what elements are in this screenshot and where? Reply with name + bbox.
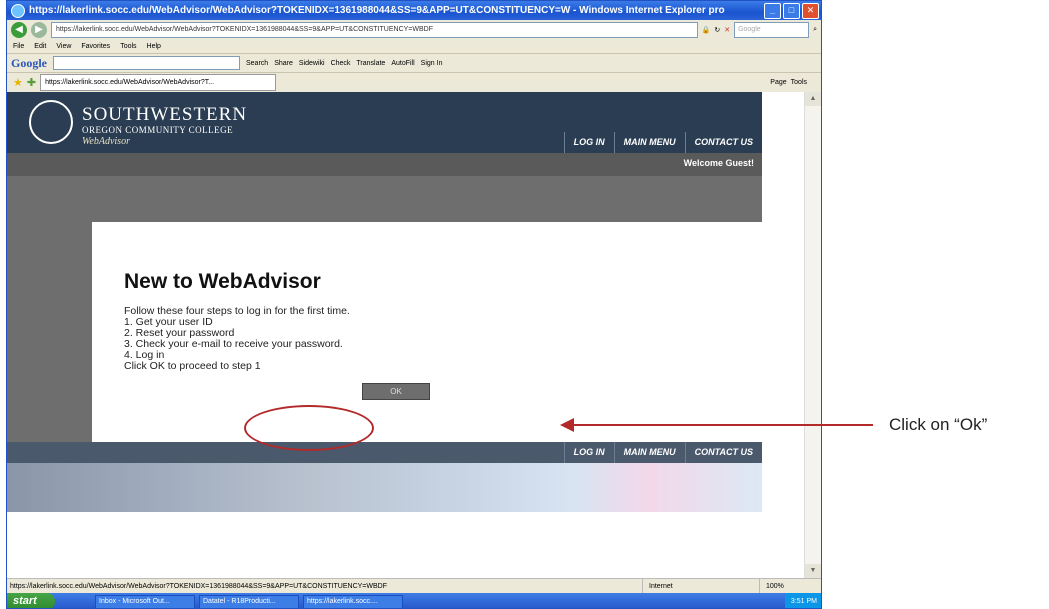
tools-menu[interactable]: Tools: [791, 79, 807, 86]
menu-tools[interactable]: Tools: [120, 43, 136, 50]
ie-icon: [11, 3, 25, 18]
status-url: https://lakerlink.socc.edu/WebAdvisor/We…: [10, 583, 387, 590]
welcome-text: Welcome Guest!: [683, 158, 754, 168]
footer-decoration: [7, 463, 762, 512]
callout-text: Click on “Ok”: [889, 415, 988, 434]
sign-in-button[interactable]: Sign In: [421, 60, 443, 67]
add-favorites-icon[interactable]: ✚: [27, 76, 36, 89]
menu-file[interactable]: File: [13, 43, 24, 50]
taskbar-item-datatel[interactable]: Datatel - R18Producti...: [199, 594, 299, 608]
arrow-line: [573, 424, 873, 426]
translate-button[interactable]: Translate: [356, 60, 385, 67]
footer-nav-bar: LOG IN MAIN MENU CONTACT US: [7, 442, 762, 463]
welcome-bar: Welcome Guest!: [7, 153, 762, 176]
title-bar: https://lakerlink.socc.edu/WebAdvisor/We…: [7, 1, 821, 20]
ok-button[interactable]: OK: [362, 383, 430, 400]
search-icon[interactable]: ⌕: [813, 26, 817, 34]
menu-bar: File Edit View Favorites Tools Help: [7, 40, 821, 54]
taskbar-item-outlook[interactable]: Inbox - Microsoft Out...: [95, 594, 195, 608]
menu-view[interactable]: View: [56, 43, 71, 50]
window-title: https://lakerlink.socc.edu/WebAdvisor/We…: [29, 5, 725, 16]
menu-edit[interactable]: Edit: [34, 43, 46, 50]
college-emblem-icon: [29, 100, 73, 144]
refresh-icon[interactable]: ↻: [714, 26, 720, 34]
site-header: SOUTHWESTERN OREGON COMMUNITY COLLEGE We…: [7, 92, 762, 153]
nav-contact-us[interactable]: CONTACT US: [684, 132, 762, 153]
back-button[interactable]: ◀: [11, 22, 27, 38]
footer-nav: LOG IN MAIN MENU CONTACT US: [563, 442, 762, 463]
zoom-level[interactable]: 100%: [759, 579, 821, 594]
footer-nav-log-in[interactable]: LOG IN: [563, 442, 614, 463]
page-title: New to WebAdvisor: [124, 270, 321, 293]
address-input[interactable]: https://lakerlink.socc.edu/WebAdvisor/We…: [51, 22, 698, 38]
start-button[interactable]: start: [7, 593, 55, 608]
browser-tab[interactable]: https://lakerlink.socc.edu/WebAdvisor/We…: [40, 74, 277, 91]
address-bar-row: ◀ ▶ https://lakerlink.socc.edu/WebAdviso…: [7, 20, 821, 40]
arrow-head-icon: [560, 418, 574, 432]
scroll-up-icon[interactable]: ▲: [805, 92, 821, 106]
google-search-input[interactable]: [53, 56, 240, 70]
google-search-button[interactable]: Search: [246, 60, 268, 67]
footer-nav-main-menu[interactable]: MAIN MENU: [613, 442, 685, 463]
search-input[interactable]: Google: [734, 22, 810, 38]
tab-bar: ★ ✚ https://lakerlink.socc.edu/WebAdviso…: [7, 73, 821, 92]
content-panel: New to WebAdvisor Follow these four step…: [92, 222, 762, 442]
nav-log-in[interactable]: LOG IN: [563, 132, 614, 153]
logo-title: SOUTHWESTERN: [82, 104, 248, 125]
page-menu[interactable]: Page: [770, 79, 786, 86]
logo-subtitle: OREGON COMMUNITY COLLEGE: [82, 125, 234, 135]
browser-window: https://lakerlink.socc.edu/WebAdvisor/We…: [6, 0, 822, 609]
system-tray-clock: 3:51 PM: [784, 593, 821, 608]
instruction-line: Click OK to proceed to step 1: [124, 360, 261, 372]
highlight-circle: [244, 405, 374, 451]
favorites-star-icon[interactable]: ★: [13, 76, 23, 89]
menu-favorites[interactable]: Favorites: [81, 43, 110, 50]
forward-button[interactable]: ▶: [31, 22, 47, 38]
page-content: SOUTHWESTERN OREGON COMMUNITY COLLEGE We…: [7, 92, 805, 578]
stop-icon[interactable]: ✕: [724, 26, 730, 34]
autofill-button[interactable]: AutoFill: [391, 60, 414, 67]
nav-main-menu[interactable]: MAIN MENU: [613, 132, 685, 153]
close-button[interactable]: ✕: [802, 2, 819, 19]
footer-nav-contact-us[interactable]: CONTACT US: [684, 442, 762, 463]
sidewiki-button[interactable]: Sidewiki: [299, 60, 325, 67]
menu-help[interactable]: Help: [147, 43, 161, 50]
vertical-scrollbar[interactable]: ▲ ▼: [804, 92, 821, 578]
top-nav: LOG IN MAIN MENU CONTACT US: [563, 132, 762, 153]
taskbar: start Inbox - Microsoft Out... Datatel -…: [7, 593, 821, 608]
instructions: Follow these four steps to log in for th…: [124, 306, 350, 372]
share-button[interactable]: Share: [274, 60, 293, 67]
status-zone: Internet: [642, 579, 759, 594]
taskbar-item-browser[interactable]: https://lakerlink.socc....: [303, 594, 403, 608]
logo-webadvisor: WebAdvisor: [82, 136, 130, 147]
check-button[interactable]: Check: [331, 60, 351, 67]
minimize-button[interactable]: _: [764, 2, 781, 19]
scroll-down-icon[interactable]: ▼: [805, 564, 821, 578]
maximize-button[interactable]: □: [783, 2, 800, 19]
status-bar: https://lakerlink.socc.edu/WebAdvisor/We…: [7, 578, 821, 594]
google-logo: Google: [11, 55, 47, 70]
lock-icon: 🔒: [701, 27, 711, 34]
google-toolbar: Google Search Share Sidewiki Check Trans…: [7, 54, 821, 73]
